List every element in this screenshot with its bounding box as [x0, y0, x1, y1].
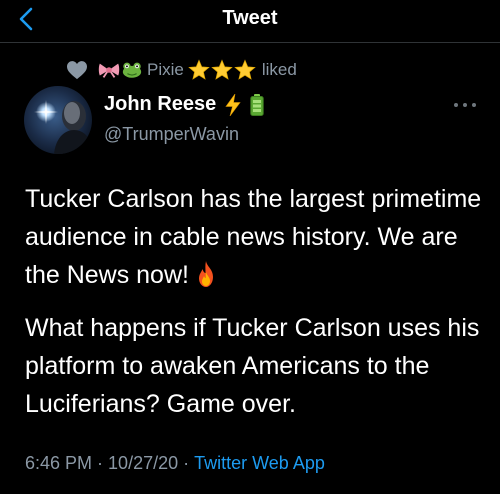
top-bar: Tweet [0, 0, 500, 43]
lightning-bolt-icon [225, 93, 241, 116]
tweet-source-link[interactable]: Twitter Web App [194, 453, 325, 473]
avatar[interactable] [24, 86, 92, 154]
tweet-paragraph-2: What happens if Tucker Carlson uses his … [25, 314, 480, 418]
more-options-icon[interactable] [452, 98, 478, 112]
bow-icon [98, 63, 120, 78]
page-title: Tweet [222, 7, 278, 29]
tweet-date: 10/27/20 [108, 453, 179, 473]
display-name[interactable]: John Reese [104, 93, 216, 116]
avatar-image [24, 86, 92, 154]
tweet-paragraph-1: Tucker Carlson has the largest primetime… [25, 180, 485, 294]
separator: · [97, 453, 104, 473]
tweet-paragraph-1-text: Tucker Carlson has the largest primetime… [25, 185, 482, 289]
tweet-time: 6:46 PM [25, 453, 93, 473]
heart-icon [67, 61, 87, 80]
star-icon [211, 59, 233, 80]
star-icon [234, 59, 256, 80]
social-context[interactable]: Pixie liked [66, 58, 297, 82]
tweet-metadata: 6:46 PM · 10/27/20 · Twitter Web App [25, 453, 325, 474]
liker-name[interactable]: Pixie [147, 60, 184, 80]
battery-icon [250, 93, 264, 116]
author-name-row[interactable]: John Reese [104, 93, 264, 116]
social-context-action: liked [261, 60, 297, 79]
fire-icon [198, 261, 213, 287]
user-handle[interactable]: @TrumperWavin [104, 124, 239, 145]
separator: · [183, 453, 190, 473]
frog-icon [122, 62, 142, 78]
star-icon [188, 59, 210, 80]
